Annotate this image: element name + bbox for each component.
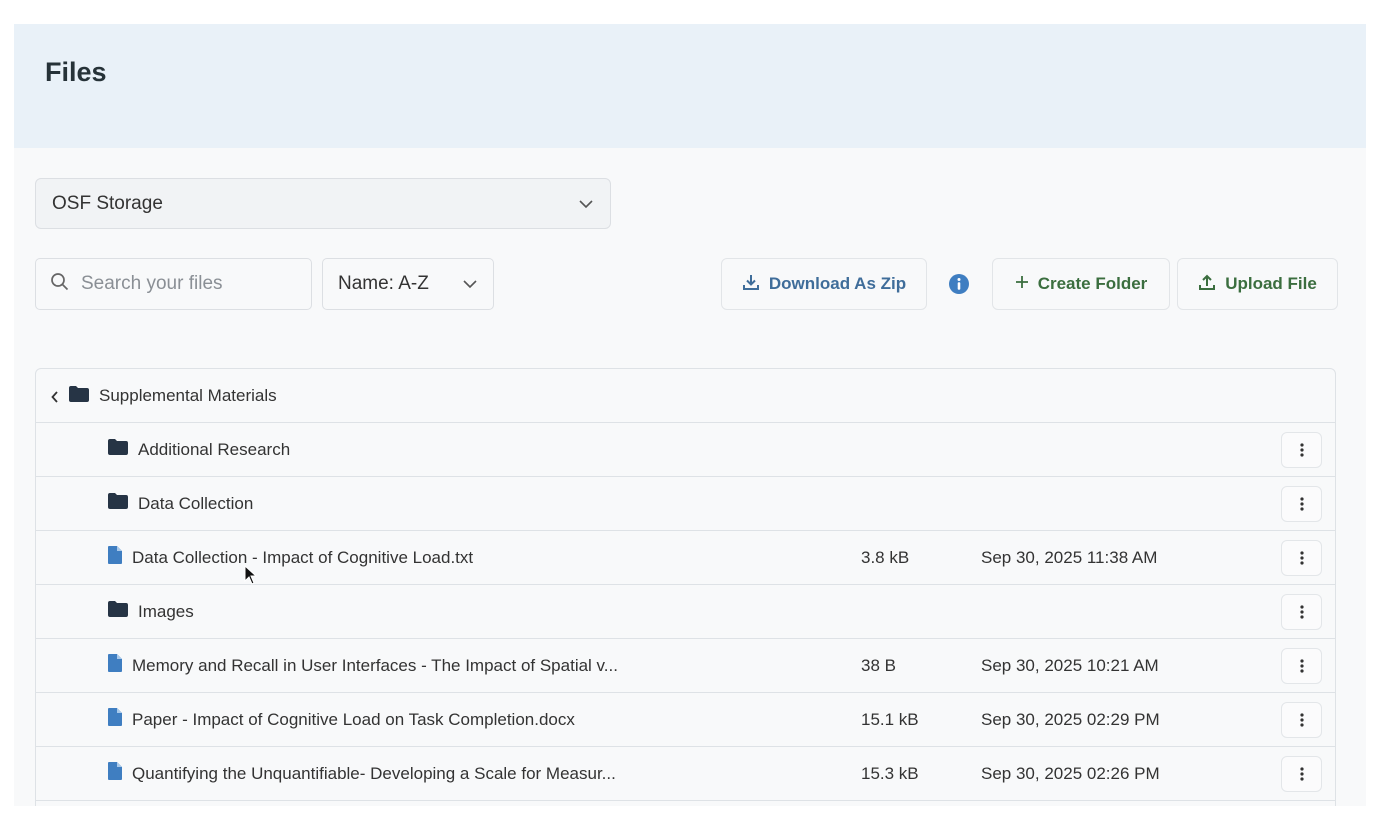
- search-box[interactable]: [35, 258, 312, 310]
- files-page: Files OSF Storage Name: A-Z Download As …: [14, 24, 1366, 806]
- item-size: 3.8 kB: [861, 547, 910, 567]
- download-icon: [742, 273, 760, 296]
- list-item[interactable]: Quantifying the Unquantifiable- Developi…: [36, 746, 1335, 800]
- create-folder-label: Create Folder: [1037, 274, 1148, 293]
- parent-folder-row[interactable]: Supplemental Materials: [36, 369, 1335, 423]
- item-date: Sep 30, 2025 11:38 AM: [981, 547, 1158, 567]
- list-item[interactable]: Data Collection: [36, 476, 1335, 530]
- sort-value: Name: A-Z: [338, 273, 429, 294]
- info-icon[interactable]: [949, 274, 969, 294]
- file-icon: [108, 708, 122, 731]
- search-input[interactable]: [81, 273, 281, 295]
- item-name[interactable]: Data Collection - Impact of Cognitive Lo…: [132, 548, 473, 568]
- file-tree: Supplemental Materials Additional Resear…: [35, 368, 1336, 806]
- more-options-icon[interactable]: [1281, 702, 1322, 738]
- item-name[interactable]: Paper - Impact of Cognitive Load on Task…: [132, 710, 575, 730]
- item-name[interactable]: Additional Research: [138, 440, 290, 460]
- more-options-icon[interactable]: [1281, 594, 1322, 630]
- item-date: Sep 30, 2025 02:29 PM: [981, 709, 1160, 729]
- page-header: Files: [14, 24, 1366, 148]
- mouse-cursor-icon: [244, 564, 258, 585]
- list-item[interactable]: Paper - Impact of Cognitive Load on Task…: [36, 692, 1335, 746]
- file-icon: [108, 762, 122, 785]
- chevron-down-icon: [462, 273, 478, 295]
- item-name[interactable]: Memory and Recall in User Interfaces - T…: [132, 656, 618, 676]
- item-size: 15.1 kB: [861, 709, 919, 729]
- list-item[interactable]: Data Collection - Impact of Cognitive Lo…: [36, 530, 1335, 584]
- list-item: [36, 800, 1335, 806]
- folder-icon: [108, 493, 128, 514]
- item-name[interactable]: Data Collection: [138, 494, 253, 514]
- chevron-left-icon[interactable]: [51, 388, 59, 408]
- more-options-icon[interactable]: [1281, 486, 1322, 522]
- folder-icon: [108, 439, 128, 460]
- storage-provider-value: OSF Storage: [52, 192, 163, 214]
- item-name[interactable]: Images: [138, 602, 194, 622]
- list-item[interactable]: Additional Research: [36, 422, 1335, 476]
- more-options-icon[interactable]: [1281, 540, 1322, 576]
- file-icon: [108, 654, 122, 677]
- list-item[interactable]: Memory and Recall in User Interfaces - T…: [36, 638, 1335, 692]
- more-options-icon[interactable]: [1281, 756, 1322, 792]
- storage-provider-select[interactable]: OSF Storage: [35, 178, 611, 229]
- download-zip-button[interactable]: Download As Zip: [721, 258, 927, 310]
- page-title: Files: [45, 57, 107, 87]
- file-icon: [108, 546, 122, 569]
- create-folder-button[interactable]: Create Folder: [992, 258, 1170, 310]
- chevron-down-icon: [578, 193, 594, 215]
- item-size: 15.3 kB: [861, 763, 919, 783]
- item-name[interactable]: Quantifying the Unquantifiable- Developi…: [132, 764, 616, 784]
- search-icon: [50, 272, 69, 296]
- parent-folder-name: Supplemental Materials: [99, 386, 277, 405]
- folder-icon: [69, 385, 89, 407]
- upload-file-label: Upload File: [1225, 274, 1317, 293]
- item-size: 38 B: [861, 655, 896, 675]
- upload-icon: [1198, 273, 1216, 296]
- more-options-icon[interactable]: [1281, 432, 1322, 468]
- folder-icon: [108, 601, 128, 622]
- sort-select[interactable]: Name: A-Z: [322, 258, 494, 310]
- item-date: Sep 30, 2025 10:21 AM: [981, 655, 1159, 675]
- item-date: Sep 30, 2025 02:26 PM: [981, 763, 1160, 783]
- more-options-icon[interactable]: [1281, 648, 1322, 684]
- plus-icon: [1015, 274, 1029, 294]
- list-item[interactable]: Images: [36, 584, 1335, 638]
- download-zip-label: Download As Zip: [768, 274, 907, 293]
- upload-file-button[interactable]: Upload File: [1177, 258, 1338, 310]
